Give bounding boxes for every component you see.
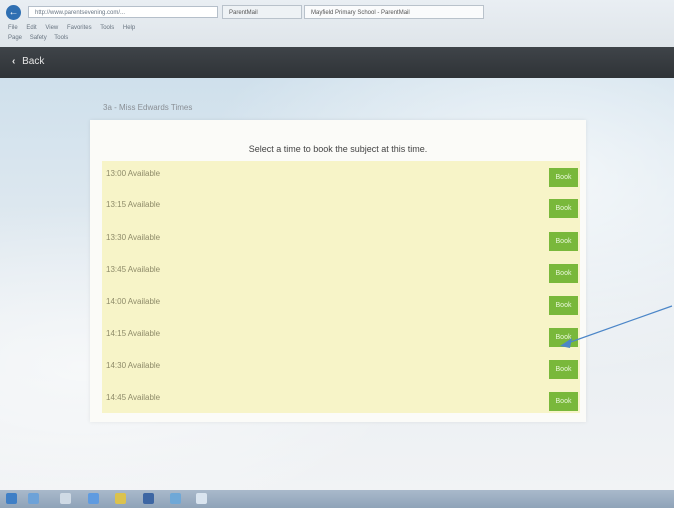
time-slot-row: 14:00 Available Book <box>102 291 580 321</box>
book-button[interactable]: Book <box>549 296 578 315</box>
browser-icon[interactable] <box>88 493 99 504</box>
time-slot-row: 13:00 Available Book <box>102 163 580 193</box>
taskbar <box>0 490 674 508</box>
book-button[interactable]: Book <box>549 392 578 411</box>
time-slot-list: 13:00 Available Book 13:15 Available Boo… <box>102 161 580 413</box>
book-button[interactable]: Book <box>549 328 578 347</box>
app-icon[interactable] <box>60 493 71 504</box>
browser-back-icon[interactable]: ← <box>6 5 21 20</box>
toolbar-tools[interactable]: Tools <box>54 35 68 41</box>
page-title: 3a - Miss Edwards Times <box>103 103 193 112</box>
toolbar-safety[interactable]: Safety <box>30 35 47 41</box>
menu-help[interactable]: Help <box>123 25 135 31</box>
time-slot-label: 14:00 Available <box>106 297 161 306</box>
menu-file[interactable]: File <box>8 25 18 31</box>
menu-view[interactable]: View <box>45 25 58 31</box>
book-button[interactable]: Book <box>549 360 578 379</box>
folder-icon[interactable] <box>115 493 126 504</box>
back-button[interactable]: ‹ Back <box>12 56 44 67</box>
time-slot-label: 14:30 Available <box>106 361 161 370</box>
settings-icon[interactable] <box>196 493 207 504</box>
browser-chrome: ← http://www.parentsevening.com/... Pare… <box>0 0 674 48</box>
instruction-text: Select a time to book the subject at thi… <box>248 144 428 154</box>
time-slot-label: 14:15 Available <box>106 329 161 338</box>
time-slot-label: 13:00 Available <box>106 169 161 178</box>
book-button[interactable]: Book <box>549 232 578 251</box>
time-slot-label: 14:45 Available <box>106 393 161 402</box>
address-bar[interactable]: http://www.parentsevening.com/... <box>28 6 218 18</box>
book-button[interactable]: Book <box>549 264 578 283</box>
time-slot-row: 13:45 Available Book <box>102 259 580 289</box>
time-slot-row: 13:30 Available Book <box>102 227 580 257</box>
time-slot-row: 14:15 Available Book <box>102 323 580 353</box>
menu-favorites[interactable]: Favorites <box>67 25 92 31</box>
booking-panel: Select a time to book the subject at thi… <box>90 120 586 422</box>
browser-tab-2[interactable]: Mayfield Primary School - ParentMail <box>304 5 484 19</box>
menu-tools[interactable]: Tools <box>100 25 114 31</box>
browser-toolbar: Page Safety Tools <box>8 35 74 41</box>
back-label: Back <box>22 56 45 67</box>
media-icon[interactable] <box>170 493 181 504</box>
time-slot-label: 13:15 Available <box>106 200 161 209</box>
browser-menubar: File Edit View Favorites Tools Help <box>8 25 142 31</box>
app-header: ‹ Back <box>0 47 674 78</box>
toolbar-page[interactable]: Page <box>8 35 22 41</box>
book-button[interactable]: Book <box>549 199 578 218</box>
menu-edit[interactable]: Edit <box>26 25 36 31</box>
time-slot-row: 13:15 Available Book <box>102 194 580 224</box>
time-slot-row: 14:30 Available Book <box>102 355 580 385</box>
start-icon[interactable] <box>6 493 17 504</box>
time-slot-row: 14:45 Available Book <box>102 387 580 417</box>
time-slot-label: 13:45 Available <box>106 265 161 274</box>
browser-tab-1[interactable]: ParentMail <box>222 5 302 19</box>
time-slot-label: 13:30 Available <box>106 233 161 242</box>
document-icon[interactable] <box>143 493 154 504</box>
explorer-icon[interactable] <box>28 493 39 504</box>
book-button[interactable]: Book <box>549 168 578 187</box>
chevron-left-icon: ‹ <box>12 56 16 67</box>
